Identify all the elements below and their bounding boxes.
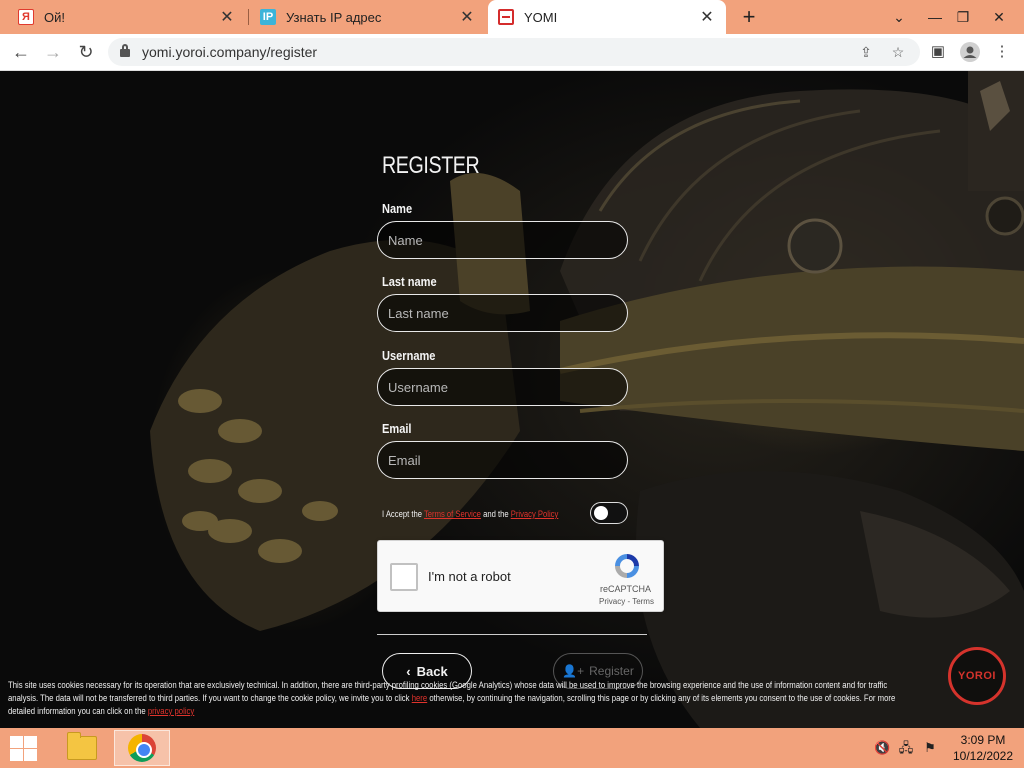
- side-panel-icon[interactable]: ▣: [925, 39, 951, 65]
- accept-prefix: I Accept the: [382, 509, 424, 519]
- last-name-label: Last name: [382, 274, 437, 289]
- recaptcha-links[interactable]: Privacy - Terms: [599, 597, 654, 606]
- page-title: REGISTER: [382, 152, 480, 179]
- bookmark-star-icon[interactable]: ☆: [888, 42, 908, 62]
- cookie-privacy-policy-link[interactable]: privacy policy: [148, 706, 194, 716]
- yoroi-logo[interactable]: YOROI: [948, 647, 1006, 705]
- accept-middle: and the: [480, 509, 511, 519]
- tab-ip[interactable]: IP Узнать IP адрес ✕: [250, 0, 486, 34]
- tab-title: Узнать IP адрес: [286, 9, 382, 25]
- username-input[interactable]: [377, 368, 628, 406]
- yomi-icon: [498, 9, 514, 25]
- accept-terms-toggle[interactable]: [590, 502, 628, 524]
- tab-close-icon[interactable]: ✕: [458, 7, 476, 27]
- cookie-here-link[interactable]: here: [412, 693, 427, 703]
- tab-close-icon[interactable]: ✕: [698, 7, 716, 27]
- form-divider: [377, 634, 647, 635]
- url-text[interactable]: yomi.yoroi.company/register: [142, 44, 317, 60]
- file-explorer-icon[interactable]: [54, 730, 110, 766]
- speaker-muted-icon[interactable]: 🔇: [874, 740, 890, 756]
- tab-list-icon[interactable]: ⌄: [882, 0, 916, 34]
- register-button-label: Register: [589, 664, 634, 678]
- email-label: Email: [382, 421, 412, 436]
- username-label: Username: [382, 348, 436, 363]
- yoroi-logo-text: YOROI: [958, 670, 996, 682]
- new-tab-button[interactable]: +: [736, 4, 762, 30]
- lock-icon[interactable]: [120, 44, 130, 58]
- recaptcha-brand: reCAPTCHA: [600, 584, 652, 594]
- reload-icon[interactable]: ↻: [73, 39, 99, 65]
- cookie-notice: This site uses cookies necessary for its…: [8, 679, 918, 718]
- tab-yomi[interactable]: YOMI ✕: [488, 0, 726, 34]
- name-input[interactable]: [377, 221, 628, 259]
- toggle-knob: [594, 506, 608, 520]
- windows-start-icon[interactable]: [8, 734, 38, 762]
- share-icon[interactable]: ⇪: [856, 42, 876, 62]
- forward-arrow-icon[interactable]: →: [40, 39, 66, 65]
- browser-tab-strip: Я Ой! ✕ IP Узнать IP адрес ✕ YOMI ✕ + ⌄ …: [0, 0, 1024, 34]
- browser-toolbar: ← → ↻ yomi.yoroi.company/register ⇪ ☆ ▣ …: [0, 34, 1024, 71]
- menu-kebab-icon[interactable]: ⋮: [989, 39, 1015, 65]
- tab-yandex[interactable]: Я Ой! ✕: [8, 0, 246, 34]
- last-name-input[interactable]: [377, 294, 628, 332]
- action-center-icon[interactable]: ⚑: [922, 740, 938, 756]
- tab-separator: [248, 9, 249, 25]
- page-viewport: REGISTER Name Last name Username Email I…: [0, 71, 1024, 728]
- yandex-icon: Я: [18, 9, 34, 25]
- name-label: Name: [382, 201, 413, 216]
- profile-avatar-icon[interactable]: [957, 39, 983, 65]
- back-arrow-icon[interactable]: ←: [8, 39, 34, 65]
- accept-terms-text: I Accept the Terms of Service and the Pr…: [382, 509, 558, 519]
- back-button-label: Back: [416, 663, 448, 679]
- recaptcha-widget: I'm not a robot reCAPTCHA Privacy - Term…: [377, 540, 664, 612]
- system-clock[interactable]: 3:09 PM 10/12/2022: [948, 732, 1018, 764]
- tab-close-icon[interactable]: ✕: [218, 7, 236, 27]
- clock-date: 10/12/2022: [952, 749, 1014, 763]
- network-icon[interactable]: 🖧: [898, 740, 914, 756]
- restore-button[interactable]: ❐: [946, 0, 980, 34]
- privacy-policy-link[interactable]: Privacy Policy: [511, 509, 559, 519]
- recaptcha-logo-icon: [615, 554, 639, 578]
- email-input[interactable]: [377, 441, 628, 479]
- terms-of-service-link[interactable]: Terms of Service: [424, 509, 481, 519]
- tab-title: Ой!: [44, 9, 65, 25]
- chevron-left-icon: ‹: [406, 663, 411, 679]
- add-user-icon: 👤+: [562, 664, 585, 678]
- chrome-taskbar-icon[interactable]: [114, 730, 170, 766]
- tab-title: YOMI: [524, 9, 558, 25]
- clock-time: 3:09 PM: [960, 733, 1006, 747]
- recaptcha-label: I'm not a robot: [428, 569, 511, 584]
- windows-taskbar: 🔇 🖧 ⚑ 3:09 PM 10/12/2022: [0, 728, 1024, 768]
- recaptcha-checkbox[interactable]: [390, 563, 418, 591]
- close-window-button[interactable]: ✕: [982, 0, 1016, 34]
- ip-icon: IP: [260, 9, 276, 25]
- address-bar[interactable]: yomi.yoroi.company/register ⇪ ☆: [108, 38, 920, 66]
